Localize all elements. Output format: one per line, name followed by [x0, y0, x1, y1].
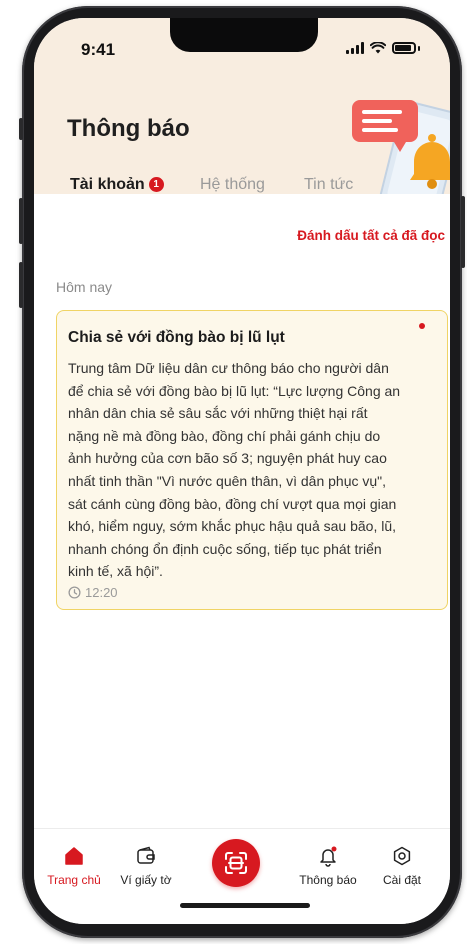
app-screen: 9:41 Thông báo Tài khoản 1 Hệ thống Tin … — [34, 18, 450, 924]
notification-body: Trung tâm Dữ liệu dân cư thông báo cho n… — [68, 357, 438, 583]
status-icons — [346, 42, 420, 54]
mark-all-read-button[interactable]: Đánh dấu tất cả đã đọc — [297, 228, 445, 243]
notification-body-line: nặng nề mà đồng bào, đồng chí phải gánh … — [68, 427, 381, 444]
settings-icon — [393, 846, 411, 866]
notification-body-line: khó, hiểm nguy, sớm khắc phục hậu quả sa… — [68, 518, 397, 535]
notification-body-line: kinh tế, xã hội”. — [68, 563, 163, 580]
tab-account-label: Tài khoản — [70, 176, 145, 193]
tab-news-label: Tin tức — [304, 176, 354, 193]
notification-card[interactable]: Chia sẻ với đồng bào bị lũ lụt Trung tâm… — [56, 310, 448, 610]
nav-notifications-label: Thông báo — [299, 873, 357, 887]
notification-body-line: nhân dân chia sẻ sâu sắc với những thiệt… — [68, 405, 368, 422]
notification-body-line: sát cánh cùng đồng bào, đồng chí vượt qu… — [68, 495, 397, 512]
bottom-navigation: Trang chủ Ví giấy tờ Thông báo Cài đặt — [34, 828, 450, 924]
scan-button[interactable] — [212, 839, 260, 887]
bell-icon — [320, 846, 337, 867]
unread-dot — [419, 323, 425, 329]
notification-title: Chia sẻ với đồng bào bị lũ lụt — [68, 329, 285, 346]
home-icon — [65, 847, 83, 865]
tab-account-badge: 1 — [148, 177, 164, 192]
nav-home[interactable]: Trang chủ — [34, 845, 114, 887]
clock-icon — [68, 586, 81, 599]
notification-time: 12:20 — [68, 585, 118, 600]
notification-body-line: ảnh hưởng của cơn bão số 3; nguyện phát … — [68, 450, 387, 467]
nav-settings[interactable]: Cài đặt — [362, 845, 442, 887]
phone-volume-up — [19, 198, 23, 244]
section-label-today: Hôm nay — [56, 279, 113, 295]
scan-icon — [225, 852, 247, 874]
notch — [170, 18, 318, 52]
notification-time-label: 12:20 — [85, 585, 118, 600]
notification-body-line: nhanh chóng ổn định cuộc sống, tiếp tục … — [68, 540, 382, 557]
page-title: Thông báo — [67, 115, 190, 142]
notification-body-line: để chia sẻ với đồng bào bị lũ lụt: “Lực … — [68, 382, 401, 399]
battery-icon — [392, 42, 416, 54]
nav-wallet[interactable]: Ví giấy tờ — [106, 845, 186, 887]
signal-icon — [346, 42, 364, 54]
notification-body-line: Trung tâm Dữ liệu dân cư thông báo cho n… — [68, 360, 389, 376]
phone-volume-down — [19, 262, 23, 308]
home-indicator[interactable] — [180, 903, 310, 908]
nav-wallet-label: Ví giấy tờ — [120, 873, 172, 887]
phone-side-button — [19, 118, 23, 140]
tab-system-label: Hệ thống — [200, 176, 265, 193]
phone-power-button — [461, 196, 465, 268]
wallet-icon — [137, 846, 155, 864]
wifi-icon — [370, 42, 386, 54]
notification-list: Đánh dấu tất cả đã đọc Hôm nay Chia sẻ v… — [34, 194, 450, 848]
battery-tip — [418, 45, 420, 51]
nav-notifications[interactable]: Thông báo — [288, 845, 368, 887]
status-time: 9:41 — [81, 40, 116, 59]
nav-settings-label: Cài đặt — [382, 873, 422, 887]
notification-body-line: nhất tinh thần "Vì nước quên thân, vì dâ… — [68, 472, 387, 489]
nav-home-label: Trang chủ — [47, 873, 101, 887]
